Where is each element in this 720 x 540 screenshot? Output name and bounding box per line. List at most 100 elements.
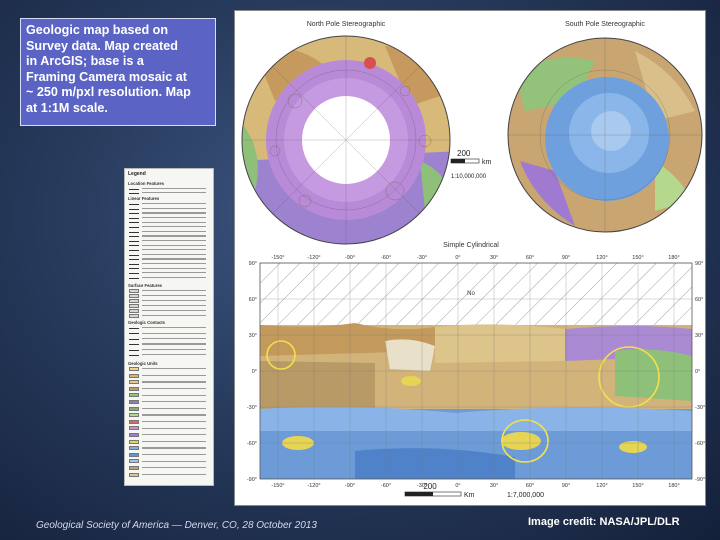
legend-row [129,342,211,346]
legend-row [129,413,211,418]
legend-swatch [129,349,139,351]
legend-swatch [129,309,139,313]
caption-box: Geologic map based on Survey data. Map c… [20,18,216,126]
legend-text-line [142,421,206,423]
legend-swatch [129,380,139,385]
legend-row [129,243,211,247]
caption-line: in ArcGIS; base is a [26,54,144,69]
longitude-label: 150° [632,483,643,489]
legend-text-line [142,315,206,317]
legend-swatch [129,328,139,329]
legend-row [129,466,211,470]
legend-swatch [129,227,139,228]
legend-text-line [142,374,206,377]
svg-text:1:10,000,000: 1:10,000,000 [451,174,487,180]
longitude-label: -60° [381,255,391,261]
geologic-map-svg: North Pole Stereographic South Pole Ster… [241,21,705,499]
legend-row [129,314,211,318]
legend-text-line [142,407,206,410]
legend-section-units: Geologic Units [128,361,158,366]
longitude-label: 90° [562,255,570,261]
svg-text:Km: Km [464,492,475,499]
legend-row [129,380,211,385]
legend-row [129,234,211,238]
longitude-label: 0° [455,483,460,489]
legend-text-line [142,272,206,274]
legend-section-linear: Linear Features [128,196,160,201]
legend-text-line [142,192,206,194]
latitude-label: 30° [249,333,257,339]
legend-row [129,386,211,391]
legend-text-line [142,235,206,237]
legend-swatch [129,393,139,398]
legend-text-line [142,332,206,334]
legend-text-line [142,249,206,251]
legend-swatch [129,446,139,451]
legend-row [129,225,211,229]
latitude-label: -90° [247,477,257,483]
latitude-label: 60° [249,297,257,303]
legend-text-line [142,388,206,390]
legend-swatch [129,231,139,233]
legend-row [129,353,211,357]
longitude-label: -120° [307,483,320,489]
legend-swatch [129,426,139,431]
legend-row [129,257,211,261]
legend-swatch [129,213,139,215]
legend-text-line [142,368,206,370]
legend-swatch [129,466,139,470]
latitude-label: 0° [695,369,700,375]
legend-text-line [142,240,206,242]
legend-swatch [129,406,139,411]
legend-swatch [129,355,139,356]
svg-text:km: km [482,159,492,166]
legend-text-line [142,454,206,456]
legend-row [129,271,211,275]
legend-text-line [142,354,206,356]
legend-swatch [129,299,139,303]
legend-row [129,239,211,243]
legend-text-line [142,290,206,292]
legend-text-line [142,394,206,396]
cylindrical-region-label: No [467,291,475,297]
legend-swatch [129,189,139,190]
south-pole-map [507,37,703,233]
legend-text-line [142,212,206,214]
longitude-label: -90° [345,255,355,261]
legend-row [129,216,211,220]
legend-text-line [142,310,206,312]
legend-text-line [142,305,206,307]
longitude-label: 60° [526,483,534,489]
cylindrical-map: -150° -120° -90° -60° -30° 0° 30° 60° 90° 120° 150… [247,255,705,489]
longitude-label: -120° [307,255,320,261]
legend-swatch [129,304,139,308]
latitude-label: -30° [247,405,257,411]
longitude-label: -150° [271,255,284,261]
legend-swatch [129,236,139,238]
legend-text-line [142,203,206,205]
legend-swatch [129,268,139,270]
legend-text-line [142,188,206,190]
legend-text-line [142,338,206,340]
svg-text:200: 200 [457,149,471,158]
legend-row [129,304,211,308]
legend-text-line [142,401,206,403]
legend-swatch [129,208,139,210]
legend-text-line [142,427,206,429]
longitude-label: 180° [668,483,679,489]
latitude-label: 0° [252,369,257,375]
legend-row [129,348,211,352]
legend-swatch [129,472,139,477]
legend-swatch [129,413,139,418]
caption-line: at 1:1M scale. [26,100,108,115]
legend-text-line [142,300,206,302]
legend-swatch [129,289,139,293]
legend-text-line [142,253,206,256]
legend-swatch [129,222,139,224]
legend-row [129,393,211,398]
legend-row [129,207,211,211]
legend-row [129,446,211,451]
legend-swatch [129,439,139,444]
legend-text-line [142,207,206,210]
legend-swatch [129,273,139,274]
